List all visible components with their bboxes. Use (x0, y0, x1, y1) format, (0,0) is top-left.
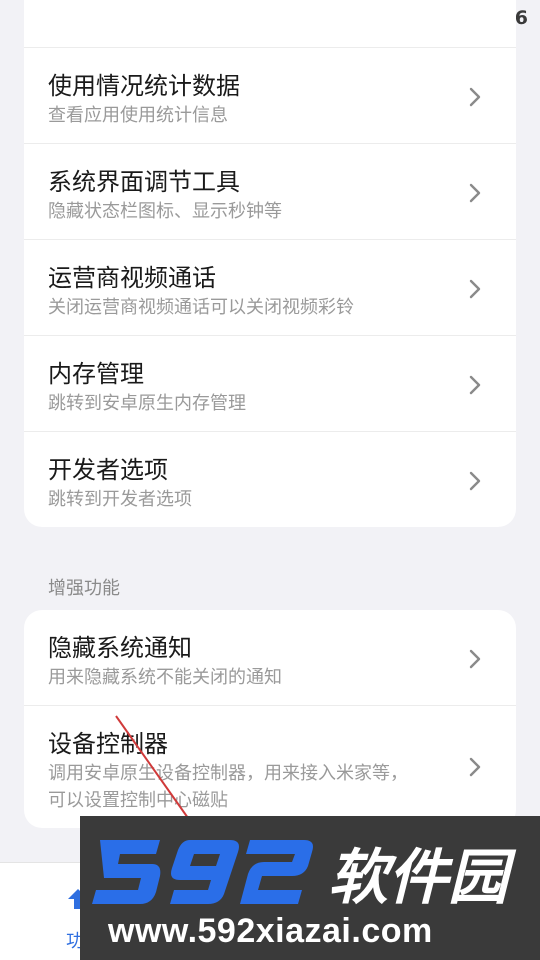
screen: 3:26 使用情况统计数据 查看应用使用统计信息 系统界面调节工具 隐藏状态栏图… (0, 0, 540, 960)
row-title: 使用情况统计数据 (48, 72, 240, 100)
row-subtitle: 关闭运营商视频通话可以关闭视频彩铃 (48, 297, 354, 318)
row-system-ui-tuner[interactable]: 系统界面调节工具 隐藏状态栏图标、显示秒钟等 (24, 144, 516, 240)
row-title: 运营商视频通话 (48, 264, 216, 292)
row-title: 内存管理 (48, 360, 144, 388)
chevron-right-icon (469, 183, 481, 203)
row-developer-options[interactable]: 开发者选项 跳转到开发者选项 (24, 432, 516, 527)
watermark-logo: 软件园 (92, 840, 517, 912)
annotation-stroke (115, 715, 189, 819)
chevron-right-icon (469, 471, 481, 491)
row-memory-management[interactable]: 内存管理 跳转到安卓原生内存管理 (24, 336, 516, 432)
section-header-enhance: 增强功能 (48, 578, 120, 599)
row-title: 开发者选项 (48, 456, 168, 484)
chevron-right-icon (469, 279, 481, 299)
row-usage-stats[interactable]: 使用情况统计数据 查看应用使用统计信息 (24, 48, 516, 144)
row-subtitle-line-1: 调用安卓原生设备控制器，用来接入米家等， (48, 763, 408, 784)
row-subtitle: 跳转到开发者选项 (48, 489, 192, 510)
row-subtitle: 查看应用使用统计信息 (48, 105, 228, 126)
watermark-overlay: 软件园 www.592xiazai.com (80, 816, 540, 960)
row-carrier-video-call[interactable]: 运营商视频通话 关闭运营商视频通话可以关闭视频彩铃 (24, 240, 516, 336)
watermark-url: www.592xiazai.com (108, 912, 433, 950)
row-title: 隐藏系统通知 (48, 634, 192, 662)
row-subtitle: 跳转到安卓原生内存管理 (48, 393, 246, 414)
chevron-right-icon (469, 757, 481, 777)
chevron-right-icon (469, 87, 481, 107)
row-device-controls[interactable]: 设备控制器 调用安卓原生设备控制器，用来接入米家等， 可以设置控制中心磁贴 (24, 706, 516, 828)
settings-card-tools: 使用情况统计数据 查看应用使用统计信息 系统界面调节工具 隐藏状态栏图标、显示秒… (24, 0, 516, 527)
svg-text:软件园: 软件园 (328, 843, 517, 912)
row-subtitle: 隐藏状态栏图标、显示秒钟等 (48, 201, 282, 222)
chevron-right-icon (469, 649, 481, 669)
settings-card-enhance: 隐藏系统通知 用来隐藏系统不能关闭的通知 设备控制器 调用安卓原生设备控制器，用… (24, 610, 516, 828)
chevron-right-icon (469, 375, 481, 395)
row-hide-system-notifications[interactable]: 隐藏系统通知 用来隐藏系统不能关闭的通知 (24, 610, 516, 706)
row-subtitle: 用来隐藏系统不能关闭的通知 (48, 667, 282, 688)
row-title: 系统界面调节工具 (48, 168, 240, 196)
